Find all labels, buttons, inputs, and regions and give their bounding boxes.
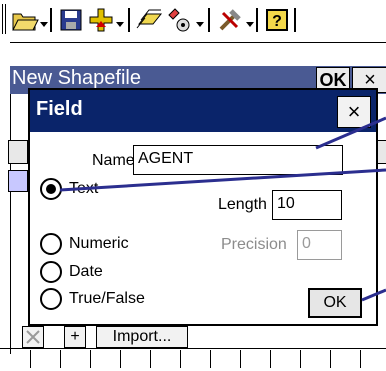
annotation-line-name [315, 116, 386, 150]
ruler-tick [210, 350, 211, 368]
ruler-tick [30, 350, 31, 368]
ruler-tick [180, 350, 181, 368]
bottom-ruler [0, 348, 386, 371]
ruler-tick [270, 350, 271, 368]
ruler-tick [300, 350, 301, 368]
ruler-tick [150, 350, 151, 368]
ruler-tick [330, 350, 331, 368]
add-field-button[interactable]: + [64, 326, 86, 348]
annotation-lines [59, 116, 386, 302]
ruler-tick [120, 350, 121, 368]
ruler-tick [360, 350, 361, 368]
import-button[interactable]: Import... [96, 326, 188, 348]
ruler-tick [60, 350, 61, 368]
annotation-line-ok [361, 288, 386, 302]
delete-icon [26, 330, 40, 344]
ruler-tick [240, 350, 241, 368]
disabled-delete-button[interactable] [22, 326, 44, 348]
annotation-line-text [59, 168, 386, 192]
ruler-tick [90, 350, 91, 368]
